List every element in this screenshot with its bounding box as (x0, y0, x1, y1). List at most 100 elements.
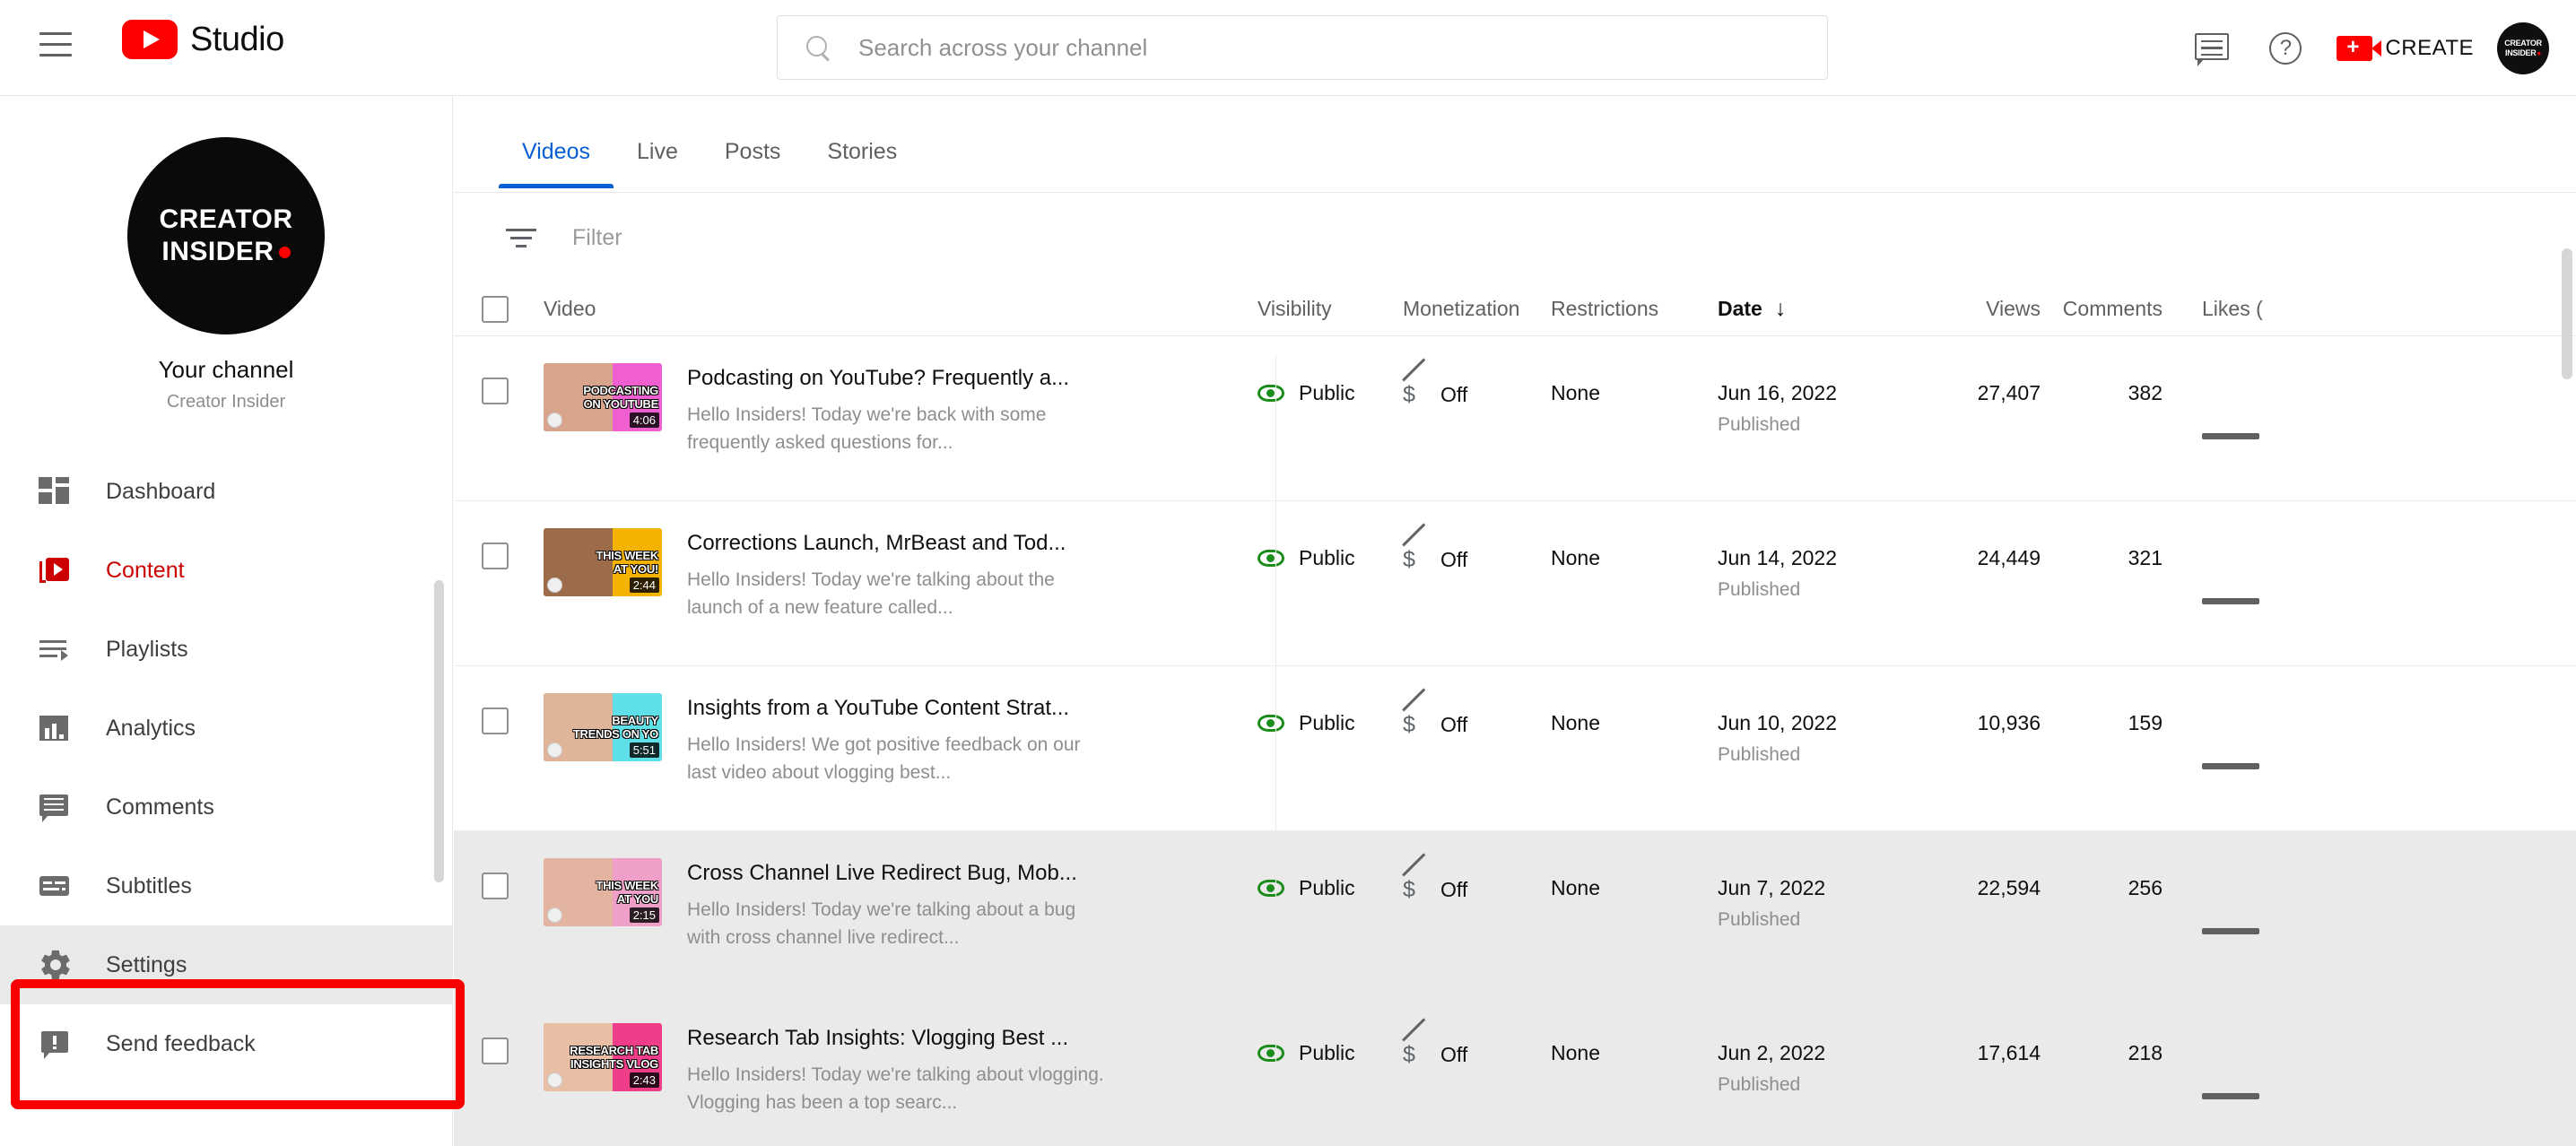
visibility-cell[interactable]: Public (1258, 528, 1403, 570)
main-scrollbar[interactable] (2562, 248, 2572, 379)
comments-cell: 218 (2041, 1023, 2173, 1065)
comments-cell: 321 (2041, 528, 2173, 570)
column-header-restrictions[interactable]: Restrictions (1551, 297, 1718, 321)
row-checkbox[interactable] (482, 708, 509, 734)
monetization-value: Off (1440, 712, 1468, 736)
column-header-likes[interactable]: Likes ( (2173, 297, 2299, 321)
tab-live[interactable]: Live (614, 139, 701, 188)
visibility-cell[interactable]: Public (1258, 1023, 1403, 1065)
views-value: 22,594 (1977, 876, 2041, 899)
video-title[interactable]: Corrections Launch, MrBeast and Tod... (687, 530, 1109, 557)
monetization-cell[interactable]: $ Off (1402, 853, 1551, 903)
comments-value: 382 (2128, 381, 2163, 404)
thumbnail-text-line-1: BEAUTY (612, 714, 658, 727)
row-checkbox[interactable] (482, 378, 509, 404)
table-row[interactable]: BEAUTY TRENDS ON YO 5:51 Insights from a Yo… (454, 666, 2576, 831)
sidebar-item-subtitles[interactable]: Subtitles (0, 846, 452, 925)
row-select-cell (454, 858, 524, 899)
monetization-cell[interactable]: $ Off (1402, 688, 1551, 738)
tab-posts[interactable]: Posts (701, 139, 805, 188)
table-row[interactable]: THIS WEEK AT YOU! 2:44 Corrections Launch, … (454, 501, 2576, 666)
filter-input[interactable]: Filter (572, 225, 622, 251)
thumbnail-text-line-1: PODCASTING (583, 384, 658, 397)
video-thumbnail[interactable]: THIS WEEK AT YOU 2:15 (544, 858, 662, 926)
restrictions-value: None (1551, 1041, 1600, 1064)
public-eye-icon (1258, 715, 1284, 732)
table-row[interactable]: THIS WEEK AT YOU 2:15 Cross Channel Live Re… (454, 831, 2576, 996)
sidebar-item-comments[interactable]: Comments (0, 768, 452, 846)
studio-logo[interactable]: Studio (122, 20, 284, 59)
row-checkbox[interactable] (482, 873, 509, 899)
column-header-video[interactable]: Video (524, 297, 1258, 321)
video-thumbnail[interactable]: RESEARCH TAB INSIGHTS VLOG 2:43 (544, 1023, 662, 1091)
video-title[interactable]: Podcasting on YouTube? Frequently a... (687, 365, 1109, 392)
tab-stories[interactable]: Stories (804, 139, 920, 188)
video-thumbnail[interactable]: PODCASTING ON YOUTUBE 4:06 (544, 363, 662, 431)
restrictions-cell: None (1551, 858, 1718, 900)
sidebar-item-playlists[interactable]: Playlists (0, 610, 452, 689)
monetization-off-icon: $ (1402, 358, 1426, 408)
row-checkbox[interactable] (482, 1037, 509, 1064)
video-thumbnail[interactable]: THIS WEEK AT YOU! 2:44 (544, 528, 662, 596)
sidebar-item-analytics[interactable]: Analytics (0, 689, 452, 768)
content-tabs: Videos Live Posts Stories (454, 96, 2576, 193)
monetization-cell[interactable]: $ Off (1402, 523, 1551, 573)
video-thumbnail[interactable]: BEAUTY TRENDS ON YO 5:51 (544, 693, 662, 761)
sidebar-item-dashboard[interactable]: Dashboard (0, 452, 452, 531)
visibility-cell[interactable]: Public (1258, 858, 1403, 900)
comments-value: 321 (2128, 546, 2163, 569)
search-bar[interactable]: Search across your channel (777, 15, 1828, 80)
comments-cell: 256 (2041, 858, 2173, 900)
filter-bar: Filter (454, 193, 2576, 282)
column-header-comments[interactable]: Comments (2041, 297, 2173, 321)
tab-label: Posts (724, 139, 781, 164)
column-header-views[interactable]: Views (1915, 297, 2041, 321)
send-feedback-button[interactable] (2175, 12, 2249, 85)
feedback-icon (2195, 32, 2230, 66)
channel-avatar[interactable]: CREATOR INSIDER (127, 137, 325, 334)
table-row[interactable]: RESEARCH TAB INSIGHTS VLOG 2:43 Research Ta… (454, 996, 2576, 1146)
visibility-cell[interactable]: Public (1258, 693, 1403, 735)
account-avatar[interactable]: CREATOR INSIDER (2497, 22, 2549, 74)
sidebar-item-label: Send feedback (106, 1030, 256, 1056)
column-header-monetization[interactable]: Monetization (1403, 297, 1551, 321)
video-title[interactable]: Research Tab Insights: Vlogging Best ... (687, 1025, 1109, 1052)
hamburger-icon[interactable] (39, 32, 72, 59)
sidebar-nav: Dashboard Content Playlists Analytics Co… (0, 452, 452, 1083)
tab-videos[interactable]: Videos (499, 139, 614, 188)
sidebar-item-send-feedback[interactable]: Send feedback (0, 1004, 452, 1083)
column-header-visibility[interactable]: Visibility (1258, 297, 1403, 321)
visibility-cell[interactable]: Public (1258, 363, 1403, 405)
video-title[interactable]: Cross Channel Live Redirect Bug, Mob... (687, 860, 1109, 887)
date-cell: Jun 2, 2022 Published (1718, 1023, 1915, 1096)
channel-avatar-line-1: CREATOR (159, 204, 293, 234)
column-header-date[interactable]: Date ↓ (1718, 296, 1915, 322)
thumbnail-text-line-2: INSIGHTS VLOG (570, 1057, 658, 1071)
thumbnail-text-line-1: THIS WEEK (596, 549, 658, 562)
video-title[interactable]: Insights from a YouTube Content Strat... (687, 695, 1109, 722)
sidebar: CREATOR INSIDER Your channel Creator Ins… (0, 96, 453, 1146)
sidebar-scrollbar[interactable] (434, 580, 444, 882)
visibility-value: Public (1299, 711, 1355, 734)
sort-descending-icon: ↓ (1774, 296, 1787, 321)
monetization-cell[interactable]: $ Off (1402, 358, 1551, 408)
search-input[interactable]: Search across your channel (858, 34, 1147, 62)
public-eye-icon (1258, 1045, 1284, 1062)
create-label: CREATE (2385, 35, 2474, 60)
channel-block: CREATOR INSIDER Your channel Creator Ins… (0, 96, 452, 412)
table-row[interactable]: PODCASTING ON YOUTUBE 4:06 Podcasting on Yo… (454, 336, 2576, 501)
monetization-cell[interactable]: $ Off (1402, 1018, 1551, 1068)
select-all-checkbox[interactable] (482, 295, 509, 323)
video-cell: RESEARCH TAB INSIGHTS VLOG 2:43 Research Ta… (524, 1023, 1258, 1116)
sidebar-item-content[interactable]: Content (0, 531, 452, 610)
views-cell: 24,449 (1915, 528, 2041, 570)
table-header: Video Visibility Monetization Restrictio… (454, 282, 2576, 336)
red-dot-icon (278, 246, 291, 258)
views-value: 17,614 (1977, 1041, 2041, 1064)
help-button[interactable]: ? (2249, 12, 2322, 85)
sidebar-item-settings[interactable]: Settings (0, 925, 452, 1004)
row-checkbox[interactable] (482, 543, 509, 569)
restrictions-value: None (1551, 876, 1600, 899)
create-button[interactable]: CREATE (2337, 35, 2474, 61)
filter-icon[interactable] (506, 226, 536, 249)
